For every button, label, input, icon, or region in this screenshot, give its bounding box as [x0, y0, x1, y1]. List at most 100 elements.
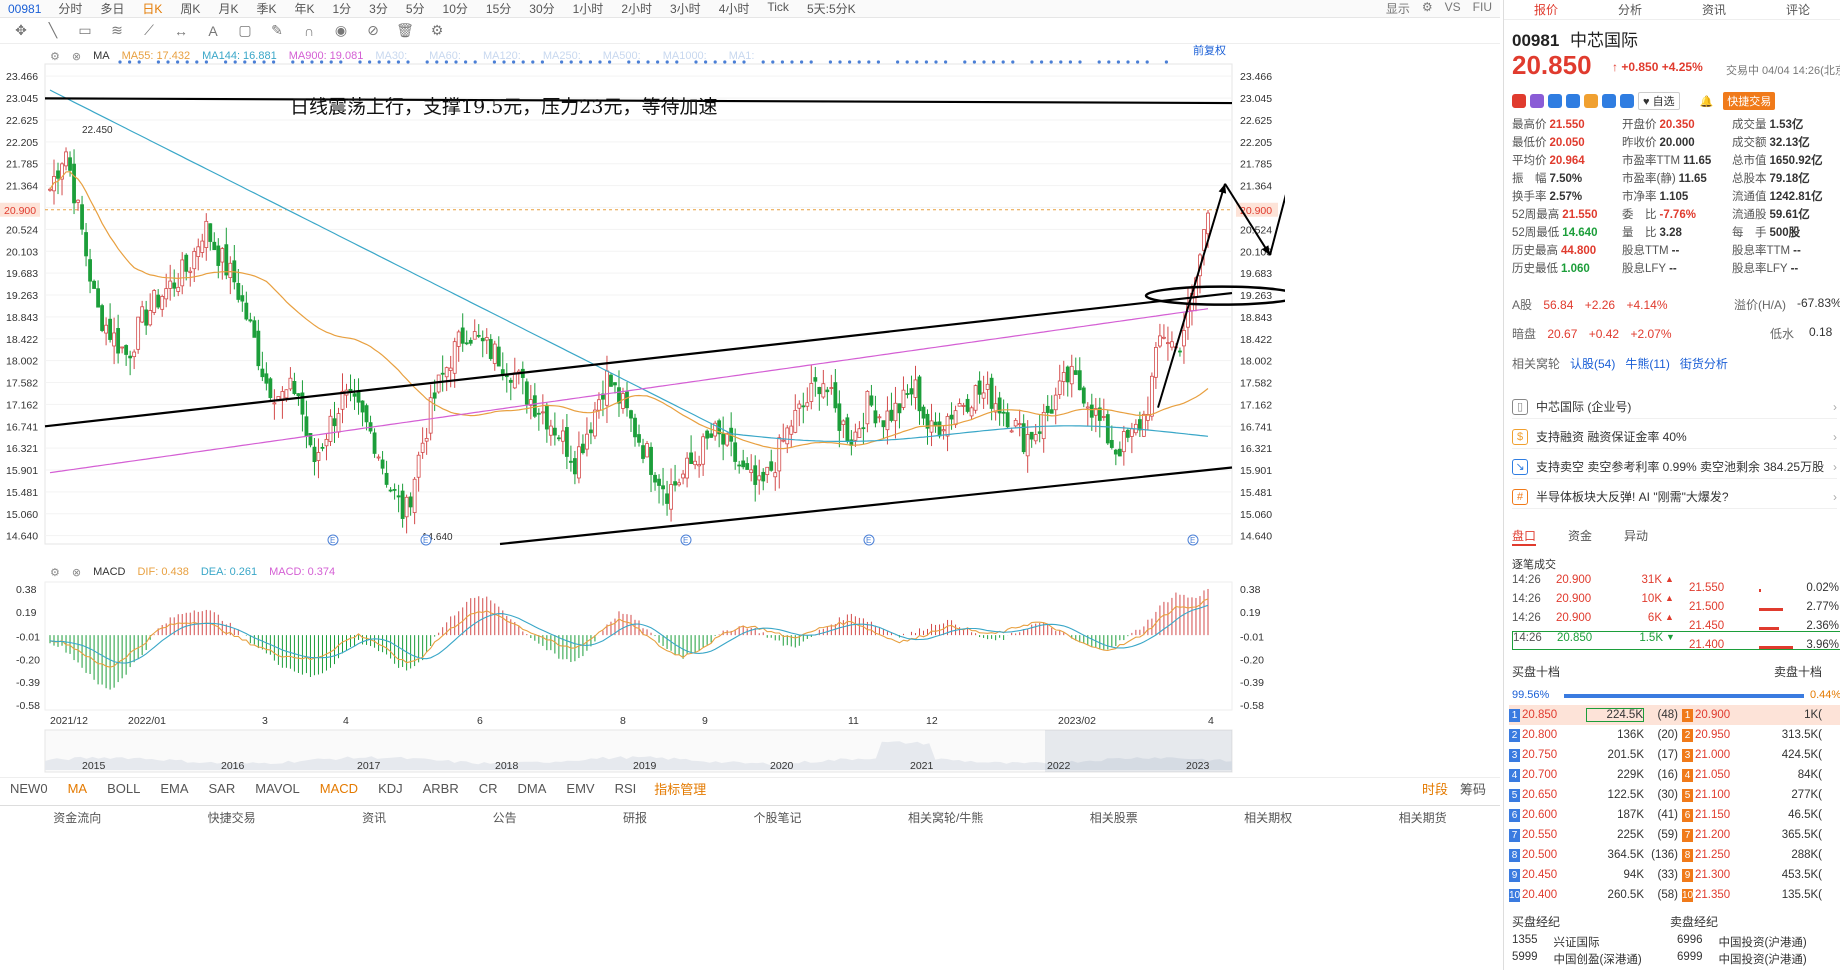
period-3[interactable]: 周K [171, 0, 209, 17]
indicator-cr[interactable]: CR [479, 781, 498, 796]
ask-price[interactable]: 21.150 [1695, 809, 1767, 821]
period-10[interactable]: 10分 [434, 0, 477, 17]
panel-tab-2[interactable]: 资讯 [1702, 1, 1726, 18]
stock-code[interactable]: 00981 [0, 2, 49, 16]
related-link-0[interactable]: 相关窝轮 [1512, 355, 1560, 372]
period-9[interactable]: 5分 [397, 0, 434, 17]
bottom-tab-8[interactable]: 相关期权 [1244, 809, 1292, 826]
comment-icon[interactable]: ▢ [234, 22, 256, 39]
indicator-new0[interactable]: NEW0 [10, 781, 48, 796]
polyline-icon[interactable]: ⟋ [138, 22, 160, 39]
fib-icon[interactable]: ≋ [106, 22, 128, 39]
pen-icon[interactable]: ✎ [266, 22, 288, 39]
indicator-kdj[interactable]: KDJ [378, 781, 403, 796]
ask-price[interactable]: 20.950 [1695, 729, 1767, 741]
settings-icon[interactable]: ⚙ [426, 22, 448, 39]
period-1[interactable]: 多日 [91, 0, 133, 17]
panel-tab-3[interactable]: 评论 [1786, 1, 1810, 18]
period-15[interactable]: 3小时 [661, 0, 710, 17]
bid-price[interactable]: 20.600 [1522, 809, 1586, 821]
info-row[interactable]: $ 支持融资 融资保证金率 40% › [1512, 425, 1837, 449]
period-18[interactable]: 5天:5分K [798, 0, 865, 17]
trash-icon[interactable]: 🗑 [394, 22, 416, 39]
bid-price[interactable]: 20.450 [1522, 869, 1586, 881]
period-11[interactable]: 15分 [477, 0, 520, 17]
bid-price[interactable]: 20.700 [1522, 769, 1586, 781]
period-7[interactable]: 1分 [323, 0, 360, 17]
gear-icon[interactable]: ⚙ [1422, 0, 1433, 17]
info-row[interactable]: ▯ 中芯国际 (企业号) › [1512, 395, 1837, 419]
period-6[interactable]: 年K [285, 0, 323, 17]
candlestick-chart[interactable]: 23.466 23.466 23.045 23.045 22.625 22.625 22.2… [0, 56, 1285, 561]
session-button[interactable]: 时段 [1422, 779, 1448, 798]
compare-button[interactable]: VS [1445, 0, 1461, 17]
quick-trade-button[interactable]: 快捷交易 [1723, 92, 1776, 110]
watchlist-button[interactable]: ♥ 自选 [1638, 92, 1680, 110]
bid-price[interactable]: 20.550 [1522, 829, 1586, 841]
ask-price[interactable]: 21.000 [1695, 749, 1767, 761]
period-8[interactable]: 3分 [360, 0, 397, 17]
bid-price[interactable]: 20.800 [1522, 729, 1586, 741]
bottom-tab-9[interactable]: 相关期货 [1399, 809, 1447, 826]
bottom-tab-4[interactable]: 研报 [623, 809, 647, 826]
period-2[interactable]: 日K [133, 0, 171, 17]
indicator-macd[interactable]: MACD [320, 781, 358, 796]
display-menu[interactable]: 显示 [1386, 0, 1410, 17]
close-icon[interactable]: ⊗ [72, 566, 81, 579]
broker-name[interactable]: 中国投资(沪港通) [1719, 934, 1840, 951]
fiu-button[interactable]: FIU [1473, 0, 1492, 17]
sub-tab-2[interactable]: 异动 [1624, 527, 1648, 546]
macd-chart[interactable]: 0.38 0.38 0.19 0.19 -0.01 -0.01 -0.20 -0.20 -0.3… [0, 578, 1285, 728]
sub-tab-0[interactable]: 盘口 [1512, 527, 1537, 546]
rect-icon[interactable]: ▭ [74, 22, 96, 39]
info-row[interactable]: ↘ 支持卖空 卖空参考利率 0.99% 卖空池剩余 384.25万股 › [1512, 455, 1837, 479]
broker-name[interactable]: 中国投资(沪港通) [1719, 951, 1840, 968]
period-4[interactable]: 月K [209, 0, 247, 17]
arrow-icon[interactable]: ↔ [170, 23, 192, 39]
ask-price[interactable]: 21.300 [1695, 869, 1767, 881]
period-17[interactable]: Tick [758, 0, 798, 17]
broker-name[interactable]: 兴证国际 [1554, 934, 1678, 951]
related-link-2[interactable]: 牛熊(11) [1625, 355, 1669, 372]
settings-icon[interactable]: ⚙ [50, 566, 60, 579]
related-link-3[interactable]: 街货分析 [1680, 355, 1728, 372]
indicator-manager[interactable]: 指标管理 [654, 779, 706, 798]
line-icon[interactable]: ╲ [42, 22, 64, 39]
ask-price[interactable]: 21.050 [1695, 769, 1767, 781]
period-14[interactable]: 2小时 [612, 0, 661, 17]
magnet-icon[interactable]: ∩ [298, 23, 320, 39]
hide-icon[interactable]: ⊘ [362, 22, 384, 39]
macd-name[interactable]: MACD [93, 566, 125, 578]
ask-price[interactable]: 20.900 [1695, 709, 1767, 721]
period-16[interactable]: 4小时 [710, 0, 759, 17]
text-icon[interactable]: A [202, 23, 224, 39]
bottom-tab-0[interactable]: 资金流向 [53, 809, 101, 826]
info-row[interactable]: # 半导体板块大反弹! AI "刚需"大爆发? › [1512, 485, 1837, 509]
broker-name[interactable]: 中国创盈(深港通) [1554, 951, 1678, 968]
sub-tab-1[interactable]: 资金 [1568, 527, 1592, 546]
bid-price[interactable]: 20.400 [1522, 889, 1586, 901]
indicator-ma[interactable]: MA [68, 781, 88, 796]
bottom-tab-5[interactable]: 个股笔记 [753, 809, 801, 826]
bottom-tab-7[interactable]: 相关股票 [1090, 809, 1138, 826]
indicator-emv[interactable]: EMV [566, 781, 594, 796]
indicator-sar[interactable]: SAR [208, 781, 235, 796]
indicator-ema[interactable]: EMA [160, 781, 188, 796]
indicator-mavol[interactable]: MAVOL [255, 781, 300, 796]
ask-price[interactable]: 21.250 [1695, 849, 1767, 861]
bottom-tab-1[interactable]: 快捷交易 [208, 809, 256, 826]
period-12[interactable]: 30分 [520, 0, 563, 17]
indicator-arbr[interactable]: ARBR [423, 781, 459, 796]
bottom-tab-6[interactable]: 相关窝轮/牛熊 [908, 809, 983, 826]
panel-tab-1[interactable]: 分析 [1618, 1, 1642, 18]
bid-price[interactable]: 20.850 [1522, 709, 1586, 721]
ask-price[interactable]: 21.200 [1695, 829, 1767, 841]
period-5[interactable]: 季K [247, 0, 285, 17]
indicator-dma[interactable]: DMA [518, 781, 547, 796]
move-icon[interactable]: ✥ [10, 22, 32, 39]
overview-navigator[interactable]: 2015 2016 2017 2018 2019 2020 2021 2022 2023 [0, 728, 1285, 774]
panel-tab-0[interactable]: 报价 [1534, 1, 1558, 18]
period-13[interactable]: 1小时 [564, 0, 613, 17]
ask-price[interactable]: 21.100 [1695, 789, 1767, 801]
period-0[interactable]: 分时 [49, 0, 91, 17]
